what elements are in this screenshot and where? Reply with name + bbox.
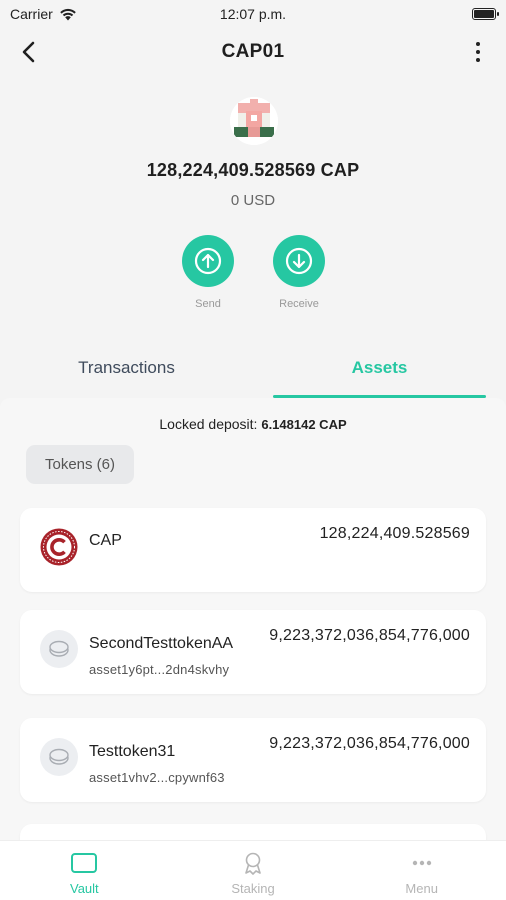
receive-label: Receive [279, 298, 319, 310]
asset-amount: 9,223,372,036,854,776,000 [269, 735, 470, 752]
status-bar: Carrier 12:07 p.m. [0, 0, 506, 28]
wallet-avatar [230, 97, 278, 145]
vault-label: Vault [70, 881, 99, 896]
asset-name: CAP [89, 532, 122, 549]
coin-icon [40, 630, 78, 668]
more-dots-icon [412, 860, 431, 866]
send-button[interactable]: Send [173, 235, 243, 310]
tab-transactions[interactable]: Transactions [0, 348, 253, 398]
locked-deposit-label: Locked deposit: [159, 416, 258, 432]
fiat-balance: 0 USD [230, 192, 276, 209]
asset-card-secondtesttokenaa[interactable]: SecondTesttokenAA asset1y6pt...2dn4skvhy… [20, 610, 486, 694]
page-title: CAP01 [221, 41, 285, 62]
more-options-icon[interactable] [472, 38, 484, 66]
asset-amount: 9,223,372,036,854,776,000 [269, 627, 470, 644]
locked-deposit: Locked deposit: 6.148142 CAP [0, 416, 506, 432]
tab-bar: Transactions Assets [0, 348, 506, 398]
receive-icon [273, 235, 325, 287]
asset-id: asset1y6pt...2dn4skvhy [89, 662, 230, 677]
vault-icon [71, 853, 98, 873]
asset-name: SecondTesttokenAA [89, 635, 234, 652]
wallet-balance: 128,224,409.528569 CAP [146, 160, 360, 180]
battery-icon [472, 8, 499, 20]
carrier-label: Carrier [10, 6, 53, 22]
locked-deposit-value: 6.148142 CAP [261, 417, 347, 432]
asset-id: asset1vhv2...cpywnf63 [89, 770, 225, 785]
coin-icon [40, 738, 78, 776]
assets-panel: Locked deposit: 6.148142 CAP Tokens (6) … [0, 398, 506, 840]
staking-icon [245, 852, 261, 875]
cap-logo-icon [40, 528, 78, 566]
asset-amount: 128,224,409.528569 [319, 525, 470, 542]
wifi-icon [59, 8, 76, 20]
back-arrow-icon[interactable] [16, 38, 44, 66]
bottom-nav-menu[interactable]: Menu [337, 841, 506, 900]
asset-card-cap[interactable]: CAP 128,224,409.528569 [20, 508, 486, 592]
send-label: Send [195, 298, 221, 310]
asset-name: Testtoken31 [89, 743, 176, 760]
send-icon [182, 235, 234, 287]
bottom-nav-staking[interactable]: Staking [169, 841, 338, 900]
tokens-filter-chip[interactable]: Tokens (6) [26, 445, 134, 484]
asset-card-partial[interactable] [20, 824, 486, 840]
bottom-nav: Vault Staking Menu [0, 840, 506, 900]
tab-assets[interactable]: Assets [253, 348, 506, 398]
status-left: Carrier [10, 6, 77, 22]
menu-label: Menu [405, 881, 438, 896]
receive-button[interactable]: Receive [264, 235, 334, 310]
staking-label: Staking [231, 881, 275, 896]
bottom-nav-vault[interactable]: Vault [0, 841, 169, 900]
asset-card-testtoken31[interactable]: Testtoken31 asset1vhv2...cpywnf63 9,223,… [20, 718, 486, 802]
nav-header: CAP01 [0, 30, 506, 74]
